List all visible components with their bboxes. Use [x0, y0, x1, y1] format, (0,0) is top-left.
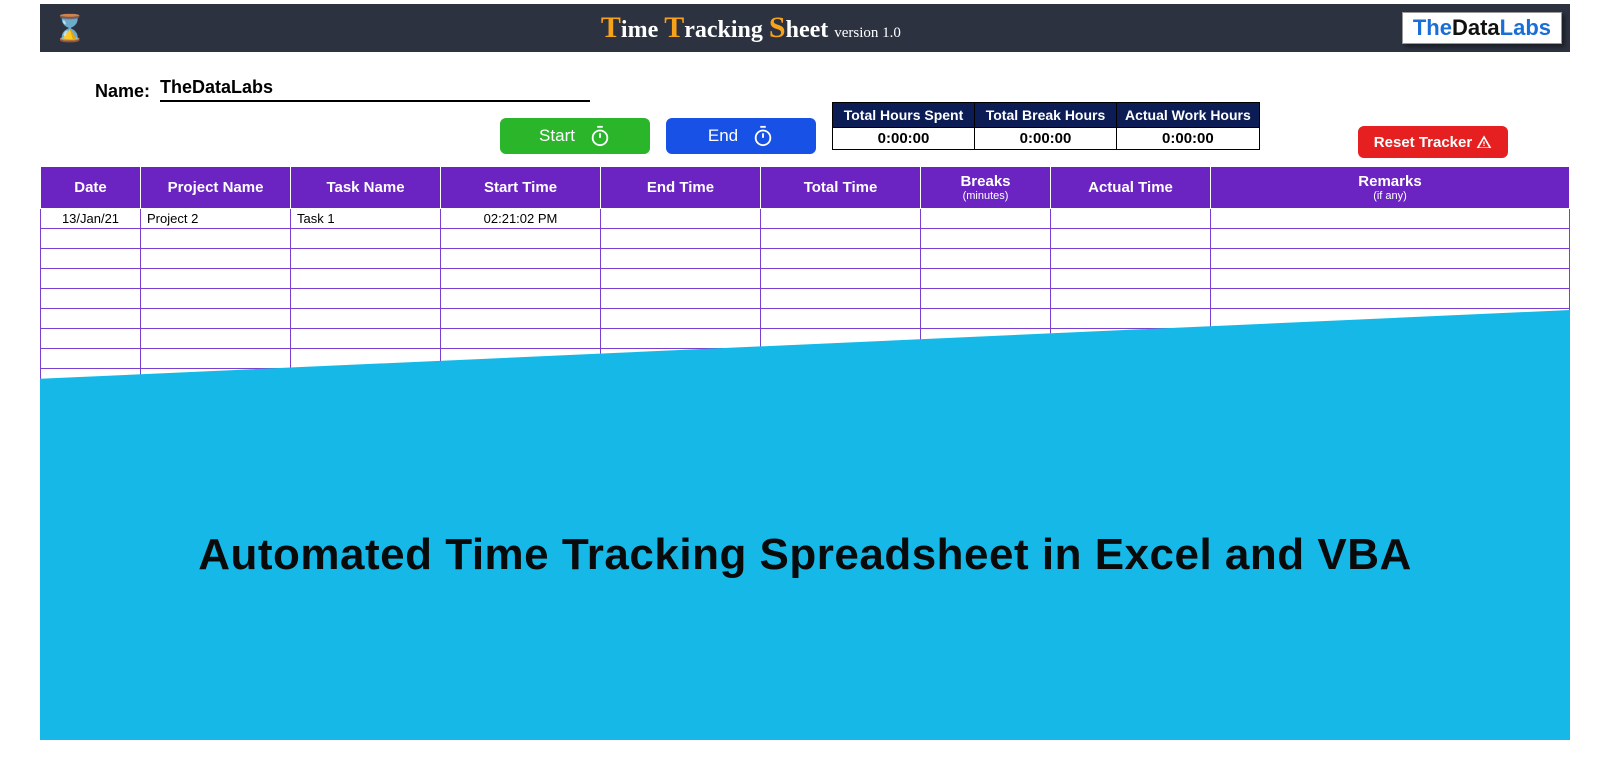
cell-project[interactable]	[141, 229, 291, 249]
cell-project[interactable]	[141, 349, 291, 369]
table-row[interactable]: 13/Jan/21Project 2Task 102:21:02 PM	[41, 209, 1570, 229]
cell-task[interactable]: Task 1	[291, 209, 441, 229]
col-task: Task Name	[291, 167, 441, 209]
cell-start[interactable]: 02:21:02 PM	[441, 209, 601, 229]
cell-date[interactable]	[41, 269, 141, 289]
cell-start[interactable]	[441, 229, 601, 249]
controls-row: Start End Total Hours Spent Total Break …	[40, 102, 1570, 166]
summary-value: 0:00:00	[833, 128, 975, 150]
cell-actual[interactable]	[1051, 309, 1211, 329]
promo-text: Automated Time Tracking Spreadsheet in E…	[198, 470, 1412, 580]
grid-header-row: Date Project Name Task Name Start Time E…	[41, 167, 1570, 209]
title-letter: T	[601, 11, 621, 44]
cell-actual[interactable]	[1051, 229, 1211, 249]
cell-project[interactable]	[141, 289, 291, 309]
cell-task[interactable]	[291, 229, 441, 249]
name-row: Name: TheDataLabs	[40, 52, 1570, 102]
cell-date[interactable]	[41, 249, 141, 269]
promo-banner: Automated Time Tracking Spreadsheet in E…	[40, 310, 1570, 740]
cell-date[interactable]	[41, 289, 141, 309]
cell-total[interactable]	[761, 229, 921, 249]
cell-project[interactable]	[141, 309, 291, 329]
cell-end[interactable]	[601, 329, 761, 349]
cell-start[interactable]	[441, 289, 601, 309]
col-project: Project Name	[141, 167, 291, 209]
cell-end[interactable]	[601, 229, 761, 249]
start-button[interactable]: Start	[500, 118, 650, 154]
cell-remarks[interactable]	[1211, 229, 1570, 249]
cell-total[interactable]	[761, 309, 921, 329]
cell-total[interactable]	[761, 289, 921, 309]
cell-end[interactable]	[601, 309, 761, 329]
end-button[interactable]: End	[666, 118, 816, 154]
stopwatch-icon	[589, 125, 611, 147]
summary-value: 0:00:00	[975, 128, 1117, 150]
cell-project[interactable]	[141, 269, 291, 289]
cell-breaks[interactable]	[921, 269, 1051, 289]
cell-date[interactable]	[41, 229, 141, 249]
cell-date[interactable]: 13/Jan/21	[41, 209, 141, 229]
summary-table: Total Hours Spent Total Break Hours Actu…	[832, 102, 1260, 150]
summary-header: Total Break Hours	[975, 103, 1117, 128]
col-date: Date	[41, 167, 141, 209]
cell-total[interactable]	[761, 209, 921, 229]
cell-actual[interactable]	[1051, 249, 1211, 269]
table-row[interactable]	[41, 269, 1570, 289]
cell-remarks[interactable]	[1211, 269, 1570, 289]
col-start: Start Time	[441, 167, 601, 209]
cell-breaks[interactable]	[921, 209, 1051, 229]
cell-end[interactable]	[601, 289, 761, 309]
summary-header: Actual Work Hours	[1117, 103, 1260, 128]
hourglass-icon: ⌛	[40, 13, 100, 44]
name-label: Name:	[95, 81, 150, 102]
cell-task[interactable]	[291, 289, 441, 309]
cell-remarks[interactable]	[1211, 249, 1570, 269]
cell-remarks[interactable]	[1211, 289, 1570, 309]
cell-end[interactable]	[601, 249, 761, 269]
col-end: End Time	[601, 167, 761, 209]
cell-date[interactable]	[41, 349, 141, 369]
cell-breaks[interactable]	[921, 229, 1051, 249]
cell-total[interactable]	[761, 269, 921, 289]
stopwatch-icon	[752, 125, 774, 147]
logo: TheDataLabs	[1402, 12, 1562, 44]
cell-breaks[interactable]	[921, 309, 1051, 329]
cell-project[interactable]	[141, 329, 291, 349]
cell-task[interactable]	[291, 269, 441, 289]
col-total: Total Time	[761, 167, 921, 209]
table-row[interactable]	[41, 249, 1570, 269]
cell-task[interactable]	[291, 309, 441, 329]
cell-project[interactable]: Project 2	[141, 209, 291, 229]
table-row[interactable]	[41, 229, 1570, 249]
cell-date[interactable]	[41, 329, 141, 349]
col-remarks: Remarks(if any)	[1211, 167, 1570, 209]
cell-actual[interactable]	[1051, 269, 1211, 289]
summary-header: Total Hours Spent	[833, 103, 975, 128]
cell-end[interactable]	[601, 209, 761, 229]
title-bar: ⌛ Time Tracking Sheet version 1.0 TheDat…	[40, 4, 1570, 52]
reset-button[interactable]: Reset Tracker	[1358, 126, 1508, 158]
cell-task[interactable]	[291, 249, 441, 269]
warning-icon	[1476, 134, 1492, 150]
table-row[interactable]	[41, 289, 1570, 309]
cell-start[interactable]	[441, 329, 601, 349]
cell-date[interactable]	[41, 309, 141, 329]
name-field[interactable]: TheDataLabs	[160, 77, 590, 102]
cell-start[interactable]	[441, 309, 601, 329]
col-breaks: Breaks(minutes)	[921, 167, 1051, 209]
app-title: Time Tracking Sheet version 1.0	[100, 11, 1402, 45]
cell-task[interactable]	[291, 329, 441, 349]
cell-end[interactable]	[601, 269, 761, 289]
cell-actual[interactable]	[1051, 209, 1211, 229]
cell-project[interactable]	[141, 249, 291, 269]
summary-value: 0:00:00	[1117, 128, 1260, 150]
col-actual: Actual Time	[1051, 167, 1211, 209]
cell-remarks[interactable]	[1211, 209, 1570, 229]
cell-total[interactable]	[761, 249, 921, 269]
cell-start[interactable]	[441, 269, 601, 289]
cell-actual[interactable]	[1051, 289, 1211, 309]
cell-breaks[interactable]	[921, 249, 1051, 269]
cell-breaks[interactable]	[921, 289, 1051, 309]
cell-start[interactable]	[441, 249, 601, 269]
